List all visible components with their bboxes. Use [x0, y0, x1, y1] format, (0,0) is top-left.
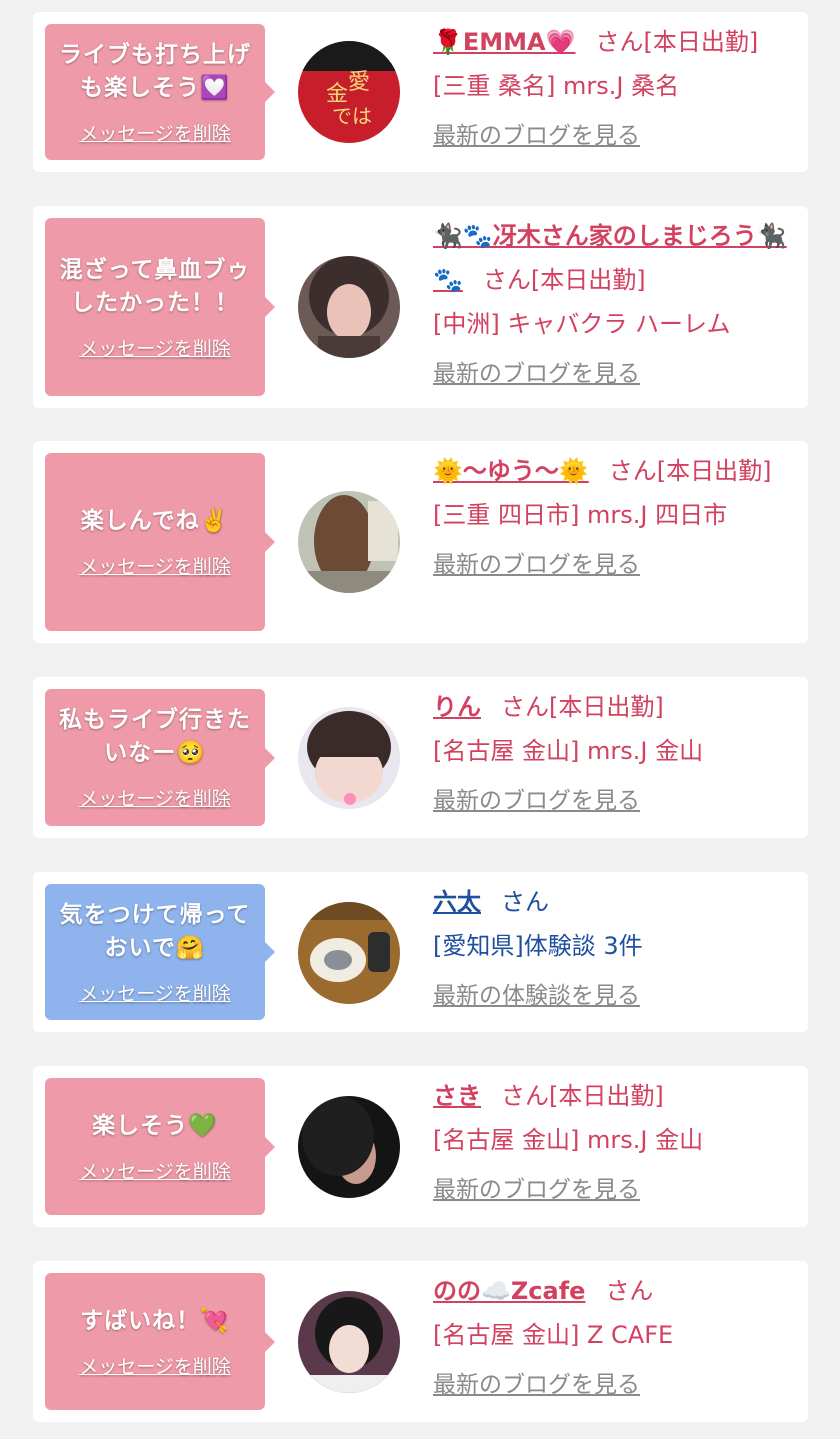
message-text: 楽しそう💚: [92, 1112, 218, 1139]
message-bubble: 楽しんでね✌️ メッセージを削除: [45, 453, 275, 631]
latest-blog-link[interactable]: 最新のブログを見る: [433, 549, 640, 581]
svg-text:では: では: [332, 104, 372, 128]
svg-text:愛: 愛: [348, 70, 370, 95]
avatar[interactable]: [298, 707, 400, 809]
delete-message-link[interactable]: メッセージを削除: [79, 784, 231, 811]
delete-message-link[interactable]: メッセージを削除: [79, 1157, 231, 1184]
message-bubble: 楽しそう💚 メッセージを削除: [45, 1078, 275, 1215]
avatar[interactable]: [298, 256, 400, 358]
profile-name-link[interactable]: 🌹EMMA💗: [433, 28, 576, 56]
delete-message-link[interactable]: メッセージを削除: [79, 119, 231, 146]
shop-info: [名古屋 金山] mrs.J 金山: [433, 1126, 704, 1154]
message-text: 楽しんでね✌️: [80, 508, 230, 534]
card-info: さき さん[本日出勤] [名古屋 金山] mrs.J 金山 最新のブログを見る: [433, 1074, 794, 1206]
card-info: りん さん[本日出勤] [名古屋 金山] mrs.J 金山 最新のブログを見る: [433, 685, 794, 817]
avatar[interactable]: [298, 491, 400, 593]
name-suffix: さん[本日出勤]: [608, 457, 772, 485]
name-suffix: さん[本日出勤]: [501, 1082, 664, 1110]
name-suffix: さん: [501, 888, 549, 916]
profile-name-link[interactable]: 🌞〜ゆう〜🌞: [433, 457, 589, 485]
card-info: 🌞〜ゆう〜🌞 さん[本日出勤] [三重 四日市] mrs.J 四日市 最新のブログ…: [433, 449, 794, 581]
list-item: 混ざって鼻血ブゥしたかった！！ メッセージを削除 🐈‍⬛🐾冴木さん家のしまじろう…: [33, 206, 808, 408]
latest-blog-link[interactable]: 最新のブログを見る: [433, 120, 640, 152]
delete-message-link[interactable]: メッセージを削除: [79, 334, 231, 361]
message-bubble: 私もライブ行きたいなー🥺 メッセージを削除: [45, 689, 275, 826]
list-item: 楽しんでね✌️ メッセージを削除 🌞〜ゆう〜🌞 さん[本日出勤] [三重 四日市]…: [33, 441, 808, 643]
profile-name-link[interactable]: さき: [433, 1082, 481, 1110]
card-info: 🌹EMMA💗 さん[本日出勤] [三重 桑名] mrs.J 桑名 最新のブログを見…: [433, 20, 794, 152]
name-suffix: さん: [605, 1277, 654, 1305]
shop-info: [三重 四日市] mrs.J 四日市: [433, 501, 728, 529]
delete-message-link[interactable]: メッセージを削除: [79, 552, 231, 579]
profile-name-link[interactable]: のの☁️Zcafe: [433, 1277, 585, 1305]
message-bubble: 混ざって鼻血ブゥしたかった！！ メッセージを削除: [45, 218, 275, 396]
message-text: 気をつけて帰っておいで🤗: [59, 901, 251, 961]
name-suffix: さん[本日出勤]: [501, 693, 664, 721]
card-info: 六太 さん [愛知県]体験談 3件 最新の体験談を見る: [433, 880, 794, 1012]
shop-info: [名古屋 金山] mrs.J 金山: [433, 737, 704, 765]
list-item: 気をつけて帰っておいで🤗 メッセージを削除 六太 さん [愛知県]体験談 3件 最…: [33, 872, 808, 1032]
card-info: のの☁️Zcafe さん [名古屋 金山] Z CAFE 最新のブログを見る: [433, 1269, 794, 1401]
avatar[interactable]: [298, 1291, 400, 1393]
latest-blog-link[interactable]: 最新のブログを見る: [433, 785, 640, 817]
name-suffix: さん[本日出勤]: [482, 266, 646, 294]
profile-name-link[interactable]: 六太: [433, 888, 481, 916]
list-item: 私もライブ行きたいなー🥺 メッセージを削除 りん さん[本日出勤] [名古屋 金山…: [33, 677, 808, 838]
message-text: ライブも打ち上げも楽しそう💟: [59, 41, 251, 101]
message-text: 混ざって鼻血ブゥしたかった！！: [59, 256, 251, 316]
shop-info: [中洲] キャバクラ ハーレム: [433, 310, 731, 338]
message-text: すばいね！💘: [80, 1307, 230, 1334]
delete-message-link[interactable]: メッセージを削除: [79, 979, 231, 1006]
profile-name-link[interactable]: りん: [433, 693, 481, 721]
avatar[interactable]: 金 愛 では: [298, 41, 400, 143]
latest-blog-link[interactable]: 最新のブログを見る: [433, 1174, 640, 1206]
shop-info: [三重 桑名] mrs.J 桑名: [433, 72, 680, 100]
list-item: すばいね！💘 メッセージを削除 のの☁️Zcafe さん [名古屋 金山] Z C…: [33, 1261, 808, 1422]
shop-info: [名古屋 金山] Z CAFE: [433, 1321, 674, 1349]
message-bubble: 気をつけて帰っておいで🤗 メッセージを削除: [45, 884, 275, 1020]
name-suffix: さん[本日出勤]: [595, 28, 759, 56]
message-list: ライブも打ち上げも楽しそう💟 メッセージを削除 金 愛 では 🌹EMMA💗 さん[…: [0, 0, 840, 1439]
avatar[interactable]: [298, 902, 400, 1004]
delete-message-link[interactable]: メッセージを削除: [79, 1352, 231, 1379]
list-item: 楽しそう💚 メッセージを削除 さき さん[本日出勤] [名古屋 金山] mrs.J…: [33, 1066, 808, 1227]
shop-info: [愛知県]体験談 3件: [433, 932, 643, 960]
latest-blog-link[interactable]: 最新のブログを見る: [433, 1369, 640, 1401]
card-info: 🐈‍⬛🐾冴木さん家のしまじろう🐈‍⬛🐾 さん[本日出勤] [中洲] キャバクラ ハ…: [433, 214, 794, 390]
message-text: 私もライブ行きたいなー🥺: [59, 707, 251, 766]
message-bubble: ライブも打ち上げも楽しそう💟 メッセージを削除: [45, 24, 275, 160]
list-item: ライブも打ち上げも楽しそう💟 メッセージを削除 金 愛 では 🌹EMMA💗 さん[…: [33, 12, 808, 172]
latest-review-link[interactable]: 最新の体験談を見る: [433, 980, 640, 1012]
avatar[interactable]: [298, 1096, 400, 1198]
message-bubble: すばいね！💘 メッセージを削除: [45, 1273, 275, 1410]
latest-blog-link[interactable]: 最新のブログを見る: [433, 358, 640, 390]
